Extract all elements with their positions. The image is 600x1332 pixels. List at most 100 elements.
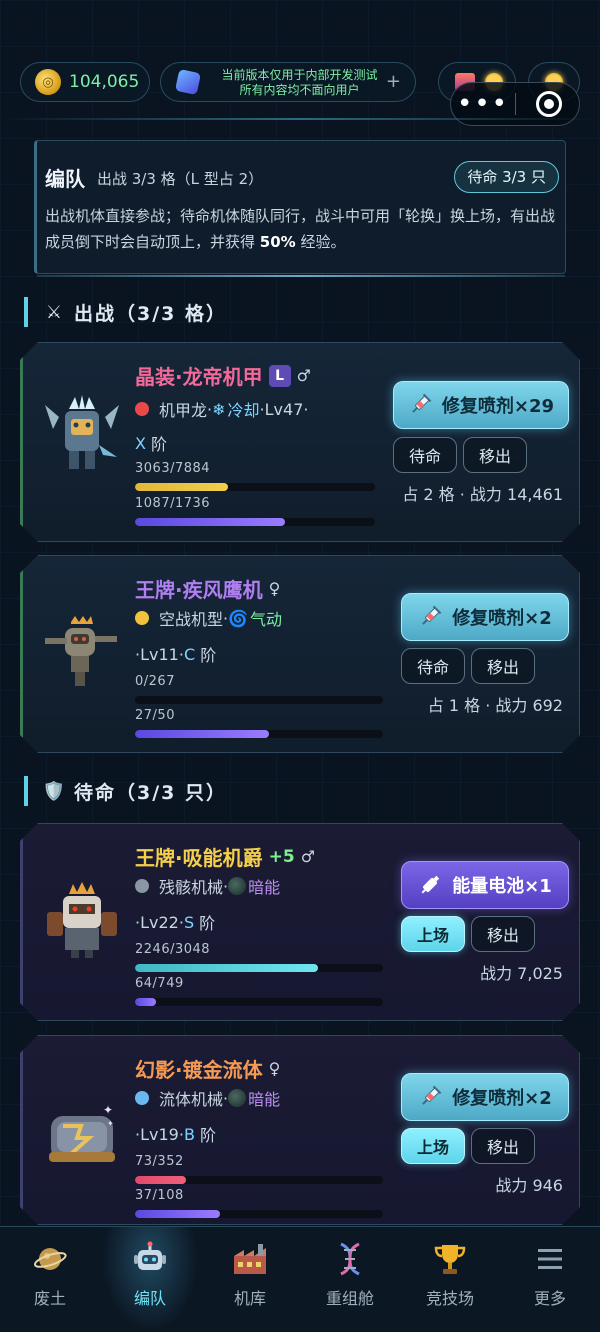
- nav-label: 废土: [33, 1289, 66, 1308]
- section-active: ⚔ 出战（3/3 格）: [24, 296, 227, 328]
- hp-bar: [135, 1176, 383, 1184]
- energy-battery-button[interactable]: 能量电池×1: [401, 861, 569, 909]
- more-dots-icon[interactable]: •••: [451, 91, 515, 117]
- unit-sprite: [41, 880, 123, 962]
- repair-spray-button[interactable]: 修复喷剂×2: [401, 1073, 569, 1121]
- nav-more[interactable]: 更多: [500, 1227, 600, 1332]
- close-target-icon[interactable]: [536, 91, 562, 117]
- menu-icon: [530, 1239, 570, 1279]
- reserve-count-badge: 待命 3/3 只: [454, 161, 559, 193]
- hp-value: 3063/7884: [135, 461, 211, 476]
- unit-card[interactable]: 晶装·龙帝机甲 L ♂ 机甲龙 · ❄ 冷却 · Lv47 · X 阶 3063/7…: [20, 342, 580, 542]
- hp-bar-fill: [135, 964, 318, 972]
- remove-button[interactable]: 移出: [471, 648, 535, 684]
- unit-stats: 占 1 格 · 战力 692: [427, 696, 563, 715]
- rank-letter: B: [183, 1124, 195, 1144]
- coin-balance[interactable]: ◎ 104,065: [20, 62, 150, 102]
- crystal-icon: [174, 68, 202, 96]
- formation-subtitle: 出战 3/3 格（L 型占 2）: [97, 170, 264, 188]
- remove-button[interactable]: 移出: [471, 916, 535, 952]
- rank-suffix: 阶: [145, 435, 168, 454]
- hp-value: 0/267: [135, 674, 175, 689]
- formation-info-card: 编队 出战 3/3 格（L 型占 2） 待命 3/3 只 出战机体直接参战；待命…: [34, 140, 566, 277]
- unit-card[interactable]: 王牌·吸能机爵 +5 ♂ 残骸机械 · 暗能 · Lv22 · S 阶 2246/…: [20, 823, 580, 1021]
- unit-stats: 占 2 格 · 战力 14,461: [402, 485, 563, 504]
- repair-spray-button[interactable]: 修复喷剂×29: [393, 381, 569, 429]
- size-tag: L: [269, 365, 291, 387]
- exp-value: 37/108: [135, 1188, 184, 1203]
- element-label: 暗能: [248, 878, 281, 897]
- svg-text:✦: ✦: [107, 1119, 114, 1128]
- nav-label: 更多: [533, 1289, 566, 1308]
- deploy-button[interactable]: 上场: [401, 916, 465, 952]
- section-reserve-label: 待命（3/3 只）: [74, 781, 227, 804]
- repair-spray-button[interactable]: 修复喷剂×2: [401, 593, 569, 641]
- unit-type: 残骸机械: [159, 878, 224, 897]
- action-label: 修复喷剂×2: [452, 608, 552, 629]
- unit-element: 🌀 气动: [228, 606, 282, 630]
- exp-bar: [135, 730, 383, 738]
- dev-notice[interactable]: 当前版本仅用于内部开发测试 所有内容均不面向用户 +: [160, 62, 416, 102]
- unit-level: Lv47: [264, 399, 304, 419]
- rank-letter: X: [135, 433, 146, 453]
- nav-recombine[interactable]: 重组舱: [300, 1227, 400, 1332]
- nav-label: 竞技场: [425, 1289, 474, 1308]
- shield-icon: 🛡️: [42, 780, 66, 802]
- rank-letter: S: [183, 912, 195, 932]
- unit-name-row: 王牌·疾风鹰机 ♀: [135, 574, 280, 603]
- section-accent: [24, 297, 28, 327]
- hp-bar-fill: [135, 1176, 186, 1184]
- unit-card[interactable]: 王牌·疾风鹰机 ♀ 空战机型 · 🌀 气动 · Lv11 · C 阶 0/267 …: [20, 555, 580, 753]
- type-dot: [135, 1091, 149, 1105]
- unit-stats: 战力 7,025: [480, 964, 563, 983]
- exp-value: 64/749: [135, 976, 184, 991]
- unit-attributes: 残骸机械 · 暗能: [135, 874, 280, 898]
- action-label: 能量电池×1: [452, 876, 552, 897]
- exp-bar: [135, 518, 375, 526]
- battery-icon: [418, 873, 442, 897]
- element-label: 气动: [250, 610, 283, 629]
- standby-button[interactable]: 待命: [393, 437, 457, 473]
- exp-bar: [135, 1210, 383, 1218]
- unit-type: 空战机型: [159, 610, 224, 629]
- nav-hangar[interactable]: 机库: [200, 1227, 300, 1332]
- gender-icon: ♀: [268, 579, 281, 598]
- exp-bar-fill: [135, 730, 269, 738]
- action-label: 修复喷剂×29: [441, 396, 555, 417]
- exp-bar-fill: [135, 998, 156, 1006]
- deploy-button[interactable]: 上场: [401, 1128, 465, 1164]
- desc-part-2: 经验。: [295, 233, 346, 251]
- unit-element: 暗能: [228, 874, 280, 898]
- hp-bar: [135, 964, 383, 972]
- capsule-divider: [515, 93, 516, 115]
- nav-wasteland[interactable]: 废土: [0, 1227, 100, 1332]
- plus-icon[interactable]: +: [386, 71, 401, 92]
- unit-name-row: 晶装·龙帝机甲 L ♂: [135, 361, 311, 390]
- header-divider: [0, 118, 600, 120]
- planet-icon: [30, 1239, 70, 1279]
- rank-suffix: 阶: [195, 646, 217, 665]
- element-label: 冷却: [227, 401, 260, 420]
- standby-button[interactable]: 待命: [401, 648, 465, 684]
- unit-rank: · Lv19 · B 阶: [135, 1122, 216, 1146]
- unit-type: 机甲龙: [159, 401, 208, 420]
- unit-card[interactable]: ✦ ✦ 幻影·镀金流体 ♀ 流体机械 · 暗能 · Lv19 · B 阶 73/3…: [20, 1035, 580, 1225]
- top-bar: ◎ 104,065 当前版本仅用于内部开发测试 所有内容均不面向用户 + •••: [0, 0, 600, 126]
- unit-level: Lv11: [140, 644, 179, 664]
- type-dot: [135, 611, 149, 625]
- gender-icon: ♂: [300, 847, 316, 866]
- unit-name: 王牌·疾风鹰机: [135, 578, 263, 602]
- remove-button[interactable]: 移出: [463, 437, 527, 473]
- swords-icon: ⚔: [45, 301, 63, 323]
- nav-arena[interactable]: 竞技场: [400, 1227, 500, 1332]
- unit-name: 幻影·镀金流体: [135, 1058, 263, 1082]
- rank-letter: C: [183, 644, 196, 664]
- coin-icon: ◎: [35, 69, 61, 95]
- syringe-icon: [418, 605, 442, 629]
- remove-button[interactable]: 移出: [471, 1128, 535, 1164]
- hp-value: 2246/3048: [135, 942, 211, 957]
- type-dot: [135, 879, 149, 893]
- formation-description: 出战机体直接参战；待命机体随队同行，战斗中可用「轮换」换上场，有出战成员倒下时会…: [45, 203, 565, 255]
- nav-formation[interactable]: 编队: [100, 1227, 200, 1332]
- rank-suffix: 阶: [194, 914, 216, 933]
